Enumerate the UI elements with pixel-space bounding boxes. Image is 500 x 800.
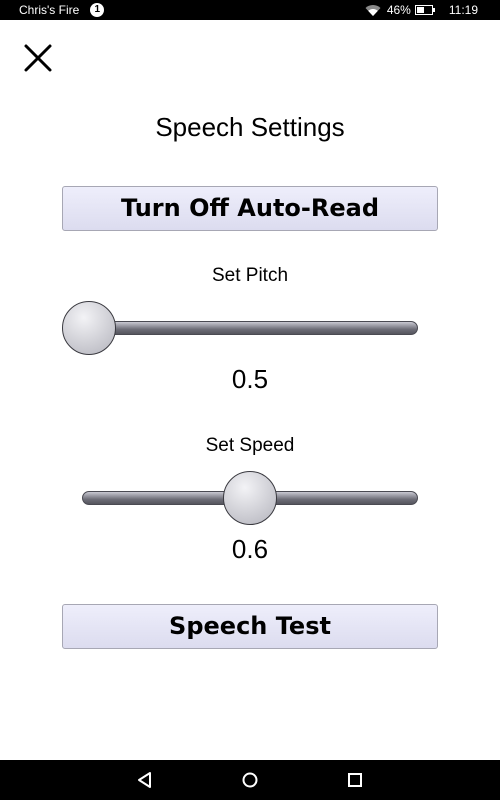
- home-icon[interactable]: [240, 770, 260, 790]
- navigation-bar: [0, 760, 500, 800]
- turn-off-auto-read-button[interactable]: Turn Off Auto-Read: [62, 186, 438, 231]
- battery-icon: [414, 5, 435, 15]
- pitch-slider-track: [82, 321, 418, 335]
- speech-test-button[interactable]: Speech Test: [62, 604, 438, 649]
- wifi-icon: [365, 4, 381, 16]
- device-name: Chris's Fire: [19, 3, 80, 17]
- pitch-slider-thumb[interactable]: [62, 301, 116, 355]
- back-icon[interactable]: [135, 770, 155, 790]
- status-bar: Chris's Fire 1 46% 11:19: [0, 0, 500, 20]
- speed-value: 0.6: [231, 534, 269, 564]
- speed-slider[interactable]: [62, 470, 438, 526]
- clock: 11:19: [448, 3, 478, 17]
- battery-percent: 46%: [386, 3, 411, 17]
- speed-slider-thumb[interactable]: [223, 471, 277, 525]
- speed-label: Set Speed: [205, 435, 295, 456]
- page-title: Speech Settings: [155, 112, 345, 142]
- notification-count-badge: 1: [90, 3, 105, 17]
- pitch-slider[interactable]: [62, 300, 438, 356]
- close-icon[interactable]: [22, 42, 54, 74]
- pitch-value: 0.5: [231, 364, 269, 394]
- pitch-label: Set Pitch: [211, 265, 289, 286]
- recent-apps-icon[interactable]: [345, 770, 365, 790]
